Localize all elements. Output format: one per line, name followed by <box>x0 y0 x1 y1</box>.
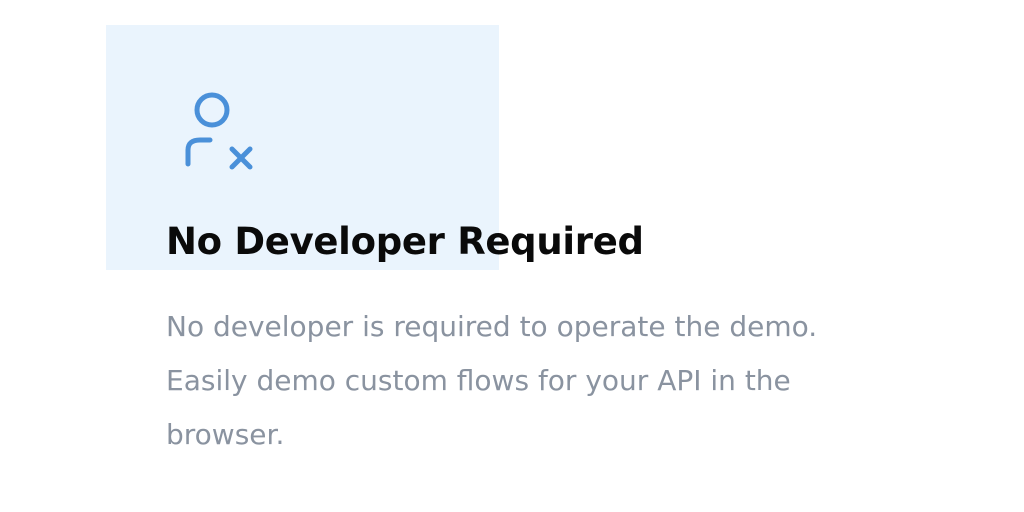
feature-section: No Developer Required No developer is re… <box>0 0 1024 512</box>
feature-description: No developer is required to operate the … <box>166 300 926 462</box>
feature-description-line: No developer is required to operate the … <box>166 310 818 343</box>
feature-title: No Developer Required <box>166 220 644 263</box>
feature-card: No Developer Required No developer is re… <box>0 0 1024 512</box>
feature-description-line: browser. <box>166 418 285 451</box>
user-remove-icon <box>180 88 260 178</box>
feature-description-line: Easily demo custom flows for your API in… <box>166 364 791 397</box>
